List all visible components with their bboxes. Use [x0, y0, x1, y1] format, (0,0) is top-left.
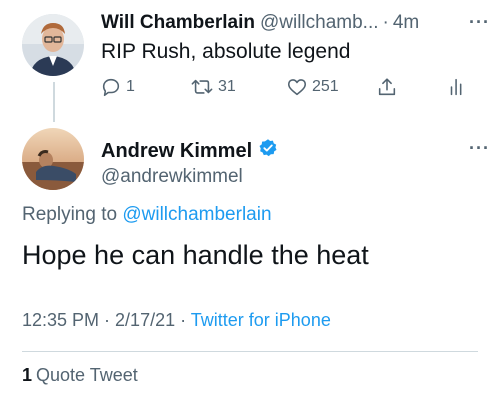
- parent-time[interactable]: 4m: [393, 12, 419, 34]
- quote-label: Quote Tweet: [36, 365, 138, 385]
- main-more-button[interactable]: ···: [469, 138, 490, 159]
- quote-count: 1: [22, 365, 33, 385]
- verified-badge-icon: [258, 138, 278, 164]
- reply-count: 1: [126, 78, 135, 95]
- quote-tweets-link[interactable]: 1 Quote Tweet: [22, 365, 138, 386]
- parent-tweet[interactable]: Will Chamberlain @willchamb... · 4m ··· …: [0, 0, 500, 122]
- tweet-source-link[interactable]: Twitter for iPhone: [191, 310, 331, 330]
- main-display-name[interactable]: Andrew Kimmel: [101, 140, 252, 163]
- analytics-button[interactable]: [446, 76, 468, 98]
- parent-tweet-text: RIP Rush, absolute legend: [101, 40, 351, 63]
- parent-more-button[interactable]: ···: [469, 12, 490, 33]
- replying-to-line: Replying to @willchamberlain: [22, 204, 272, 226]
- parent-time-separator: ·: [382, 12, 389, 33]
- retweet-count: 31: [218, 78, 236, 95]
- like-button[interactable]: 251: [286, 76, 339, 98]
- replying-prefix: Replying to: [22, 204, 118, 225]
- main-handle[interactable]: @andrewkimmel: [101, 166, 243, 188]
- heart-icon: [286, 76, 308, 98]
- divider: [22, 351, 478, 352]
- retweet-icon: [190, 76, 214, 98]
- avatar-andrew-kimmel[interactable]: [22, 128, 84, 190]
- replying-to-mention[interactable]: @willchamberlain: [122, 204, 271, 225]
- focused-tweet: Andrew Kimmel @andrewkimmel ··· Replying…: [0, 118, 500, 402]
- share-button[interactable]: [376, 76, 398, 98]
- parent-display-name[interactable]: Will Chamberlain: [101, 12, 255, 34]
- parent-tweet-header: Will Chamberlain @willchamb... · 4m: [101, 10, 491, 36]
- tweet-meta: 12:35 PM · 2/17/21 · Twitter for iPhone: [22, 310, 331, 331]
- parent-handle[interactable]: @willchamb...: [260, 12, 379, 34]
- avatar-will-chamberlain[interactable]: [22, 14, 84, 76]
- retweet-button[interactable]: 31: [190, 76, 236, 98]
- analytics-icon: [446, 76, 468, 98]
- thread-connector-line: [53, 82, 55, 122]
- parent-action-bar: 1 31 251: [100, 76, 480, 104]
- tweet-timestamp[interactable]: 12:35 PM · 2/17/21 ·: [22, 310, 186, 330]
- reply-icon: [100, 76, 122, 98]
- reply-button[interactable]: 1: [100, 76, 135, 98]
- main-author-row: Andrew Kimmel: [101, 138, 278, 164]
- share-icon: [376, 76, 398, 98]
- like-count: 251: [312, 78, 339, 95]
- main-tweet-text: Hope he can handle the heat: [22, 240, 369, 270]
